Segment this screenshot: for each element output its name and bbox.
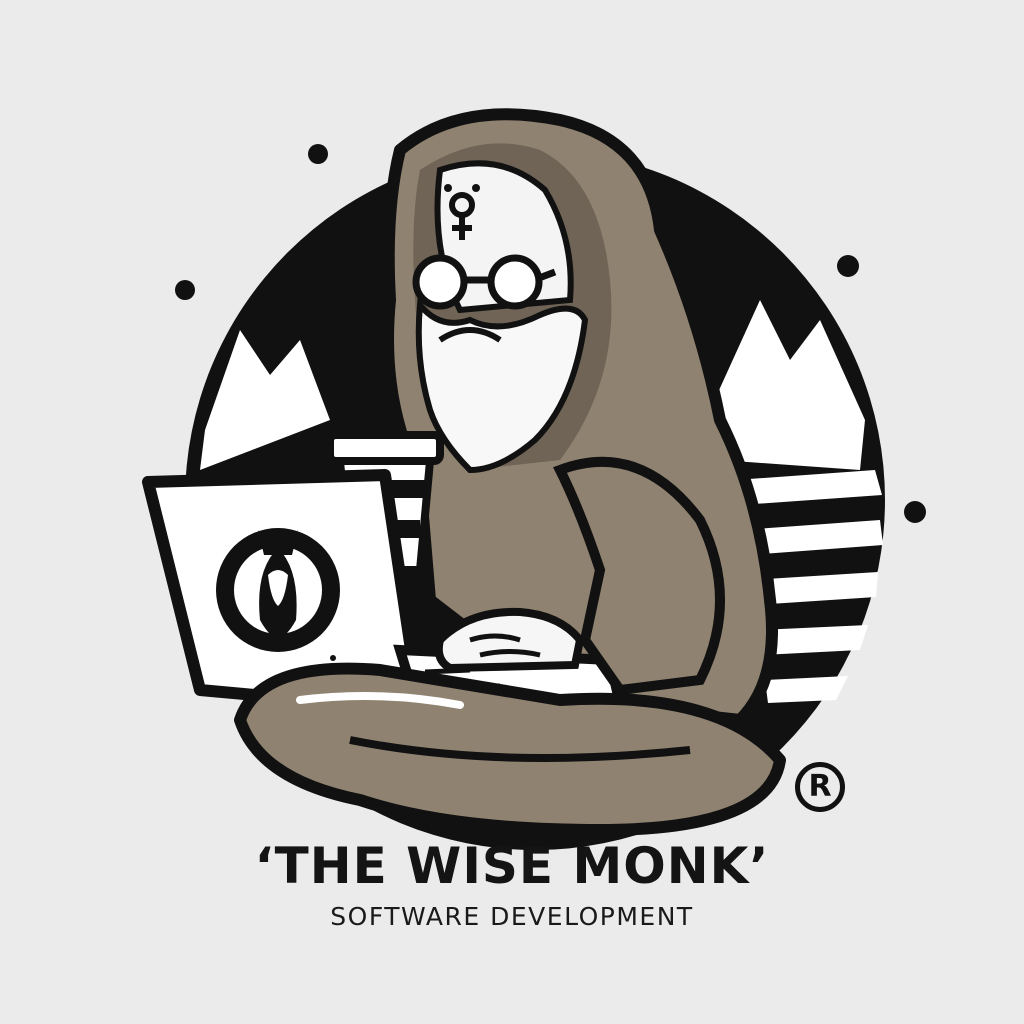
monk-hand [434, 607, 585, 673]
brand-title: ‘THE WISE MONK’ [254, 837, 770, 895]
decor-dot [904, 501, 926, 523]
registered-trademark-icon: R [795, 762, 845, 812]
decor-dot [175, 280, 195, 300]
logo-canvas: R ® ‘THE WISE MONK’ SOFTWARE DEVELOPMENT [0, 0, 1024, 1024]
forehead-dot [444, 184, 452, 192]
forehead-dot [472, 184, 480, 192]
decor-dot [308, 144, 328, 164]
decor-dot [837, 255, 859, 277]
brand-tagline: SOFTWARE DEVELOPMENT [330, 902, 694, 931]
registered-trademark-letter: R [808, 769, 832, 804]
